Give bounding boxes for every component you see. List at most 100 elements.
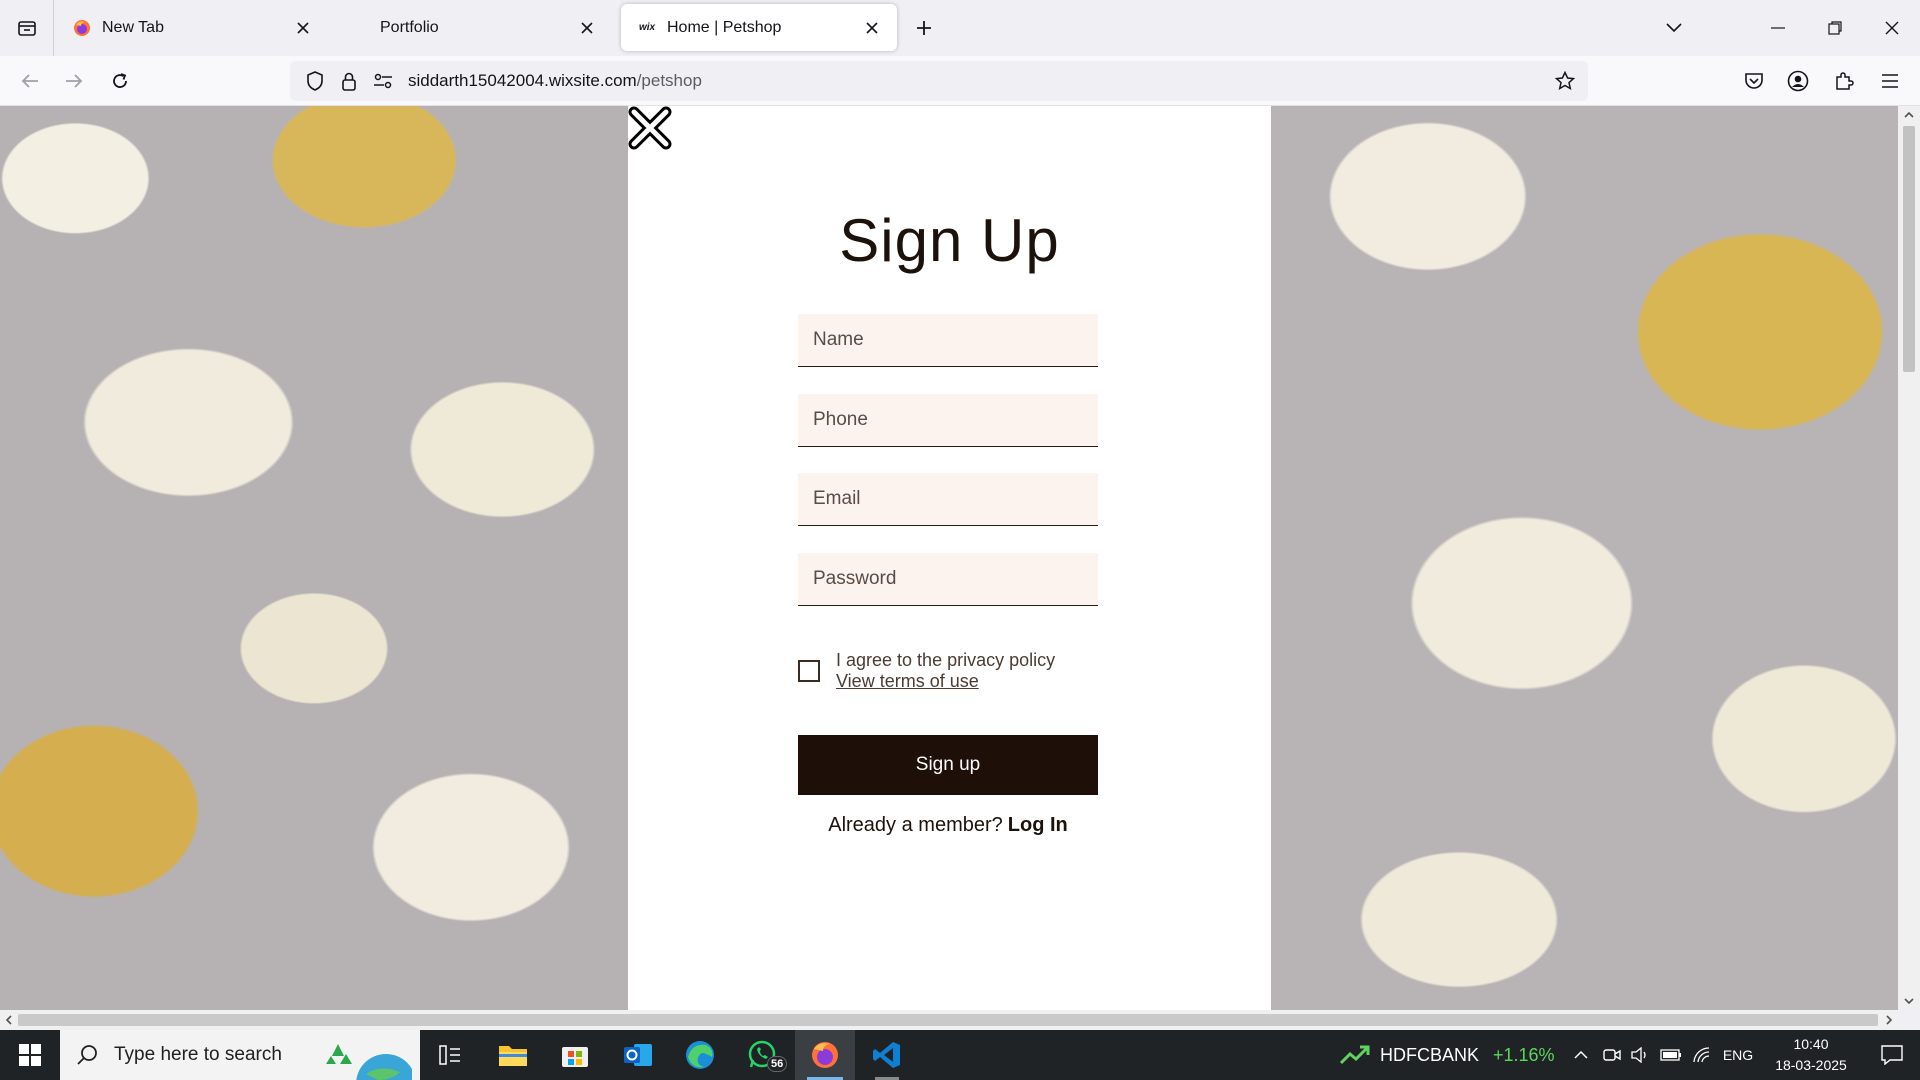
vscode-button[interactable] — [857, 1030, 917, 1080]
scroll-right-icon[interactable] — [1880, 1010, 1898, 1030]
url-host: siddarth15042004.wixsite.com — [408, 71, 637, 90]
stock-widget[interactable]: HDFCBANK +1.16% — [1340, 1030, 1555, 1080]
signup-button[interactable]: Sign up — [798, 735, 1098, 795]
close-tab-icon[interactable] — [576, 17, 598, 39]
recycle-globe-icon — [326, 1044, 412, 1080]
close-tab-icon[interactable] — [861, 17, 883, 39]
lock-icon[interactable] — [334, 66, 364, 96]
speaker-icon — [1631, 1047, 1646, 1063]
list-all-tabs-button[interactable] — [1646, 0, 1702, 56]
start-button[interactable] — [0, 1030, 60, 1080]
url-text: siddarth15042004.wixsite.com/petshop — [408, 71, 702, 91]
name-input[interactable] — [798, 314, 1098, 367]
reload-button[interactable] — [104, 65, 136, 97]
close-icon — [628, 106, 672, 150]
permissions-icon[interactable] — [368, 66, 398, 96]
firefox-icon — [72, 18, 92, 38]
account-icon — [1787, 70, 1809, 92]
wix-icon: wix — [638, 22, 656, 33]
pocket-icon — [1745, 73, 1763, 89]
edge-button[interactable] — [670, 1030, 730, 1080]
horizontal-scrollbar[interactable] — [0, 1010, 1898, 1030]
tab-portfolio[interactable]: Portfolio — [334, 4, 612, 51]
signup-dialog: Sign Up I agree to the privacy policy Vi… — [628, 106, 1271, 1010]
battery-button[interactable] — [1656, 1030, 1686, 1080]
volume-button[interactable] — [1626, 1030, 1654, 1080]
firefox-taskbar-button[interactable] — [795, 1030, 855, 1080]
address-bar[interactable]: siddarth15042004.wixsite.com/petshop — [290, 61, 1588, 101]
scroll-left-icon[interactable] — [0, 1010, 18, 1030]
file-explorer-button[interactable] — [483, 1030, 543, 1080]
close-tab-icon[interactable] — [292, 17, 314, 39]
task-view-button[interactable] — [420, 1030, 480, 1080]
password-input[interactable] — [798, 553, 1098, 606]
email-input[interactable] — [798, 473, 1098, 526]
login-link[interactable]: Log In — [1008, 814, 1068, 836]
clock-date: 18-03-2025 — [1775, 1057, 1847, 1073]
forward-button[interactable] — [58, 65, 90, 97]
phone-input[interactable] — [798, 394, 1098, 447]
close-window-button[interactable] — [1864, 0, 1920, 56]
windows-taskbar: Type here to search 56 HDFCBANK +1.16% E… — [0, 1030, 1920, 1080]
show-hidden-icons-button[interactable] — [1566, 1030, 1596, 1080]
account-button[interactable] — [1782, 65, 1814, 97]
stock-change: +1.16% — [1493, 1044, 1555, 1065]
tab-strip: New Tab Portfolio wix Home | Petshop — [0, 0, 1920, 56]
clock[interactable]: 10:40 18-03-2025 — [1760, 1034, 1862, 1076]
edge-icon — [686, 1041, 714, 1069]
blank-page-icon — [350, 18, 370, 38]
tab-new-tab[interactable]: New Tab — [56, 4, 328, 51]
chevron-down-icon — [1666, 23, 1682, 33]
scroll-down-icon[interactable] — [1898, 992, 1920, 1010]
trend-up-icon — [1340, 1045, 1370, 1065]
new-tab-button[interactable] — [910, 14, 938, 42]
pocket-button[interactable] — [1738, 65, 1770, 97]
taskbar-search[interactable]: Type here to search — [60, 1030, 420, 1080]
restore-icon — [1828, 21, 1842, 35]
vertical-scroll-thumb[interactable] — [1903, 126, 1915, 372]
windows-logo-icon — [19, 1044, 41, 1066]
microsoft-store-button[interactable] — [545, 1030, 605, 1080]
video-camera-icon — [1603, 1049, 1621, 1061]
navigation-toolbar: siddarth15042004.wixsite.com/petshop — [0, 56, 1920, 106]
tab-list-button[interactable] — [0, 0, 54, 56]
restore-button[interactable] — [1807, 0, 1863, 56]
horizontal-scroll-thumb[interactable] — [18, 1014, 1878, 1026]
privacy-checkbox[interactable] — [798, 660, 820, 682]
shield-icon[interactable] — [300, 66, 330, 96]
task-view-icon — [439, 1045, 460, 1065]
vscode-icon — [873, 1042, 900, 1068]
notification-icon — [1881, 1045, 1903, 1065]
bookmark-star-icon[interactable] — [1550, 66, 1580, 96]
tab-home-petshop[interactable]: wix Home | Petshop — [621, 4, 897, 51]
scroll-up-icon[interactable] — [1898, 106, 1920, 124]
member-prompt-text: Already a member? — [828, 814, 1003, 836]
signup-title: Sign Up — [839, 207, 1060, 274]
back-button[interactable] — [14, 65, 46, 97]
close-dialog-button[interactable] — [628, 106, 672, 150]
store-icon — [562, 1047, 588, 1067]
tab-title: Portfolio — [380, 18, 439, 36]
tab-list-icon — [17, 21, 36, 36]
extensions-button[interactable] — [1828, 65, 1860, 97]
vertical-scrollbar[interactable] — [1898, 106, 1920, 1010]
battery-icon — [1660, 1049, 1681, 1061]
network-button[interactable] — [1688, 1030, 1716, 1080]
notification-center-button[interactable] — [1868, 1030, 1916, 1080]
dog-biscuit-background-right — [1271, 106, 1898, 1010]
outlook-button[interactable] — [608, 1030, 668, 1080]
tab-title: New Tab — [102, 18, 164, 36]
whatsapp-button[interactable]: 56 — [733, 1030, 793, 1080]
close-icon — [1885, 21, 1899, 35]
minimize-button[interactable] — [1750, 0, 1806, 56]
input-language-indicator[interactable]: ENG — [1718, 1030, 1758, 1080]
terms-of-use-link[interactable]: View terms of use — [836, 671, 979, 692]
app-menu-button[interactable] — [1874, 65, 1906, 97]
minimize-icon — [1771, 27, 1785, 29]
reload-icon — [113, 73, 127, 88]
login-prompt: Already a member? Log In — [798, 814, 1098, 837]
hamburger-menu-icon — [1882, 74, 1898, 88]
page-viewport: Sign Up I agree to the privacy policy Vi… — [0, 106, 1898, 1010]
wifi-icon — [1693, 1047, 1710, 1063]
meet-now-button[interactable] — [1598, 1030, 1626, 1080]
